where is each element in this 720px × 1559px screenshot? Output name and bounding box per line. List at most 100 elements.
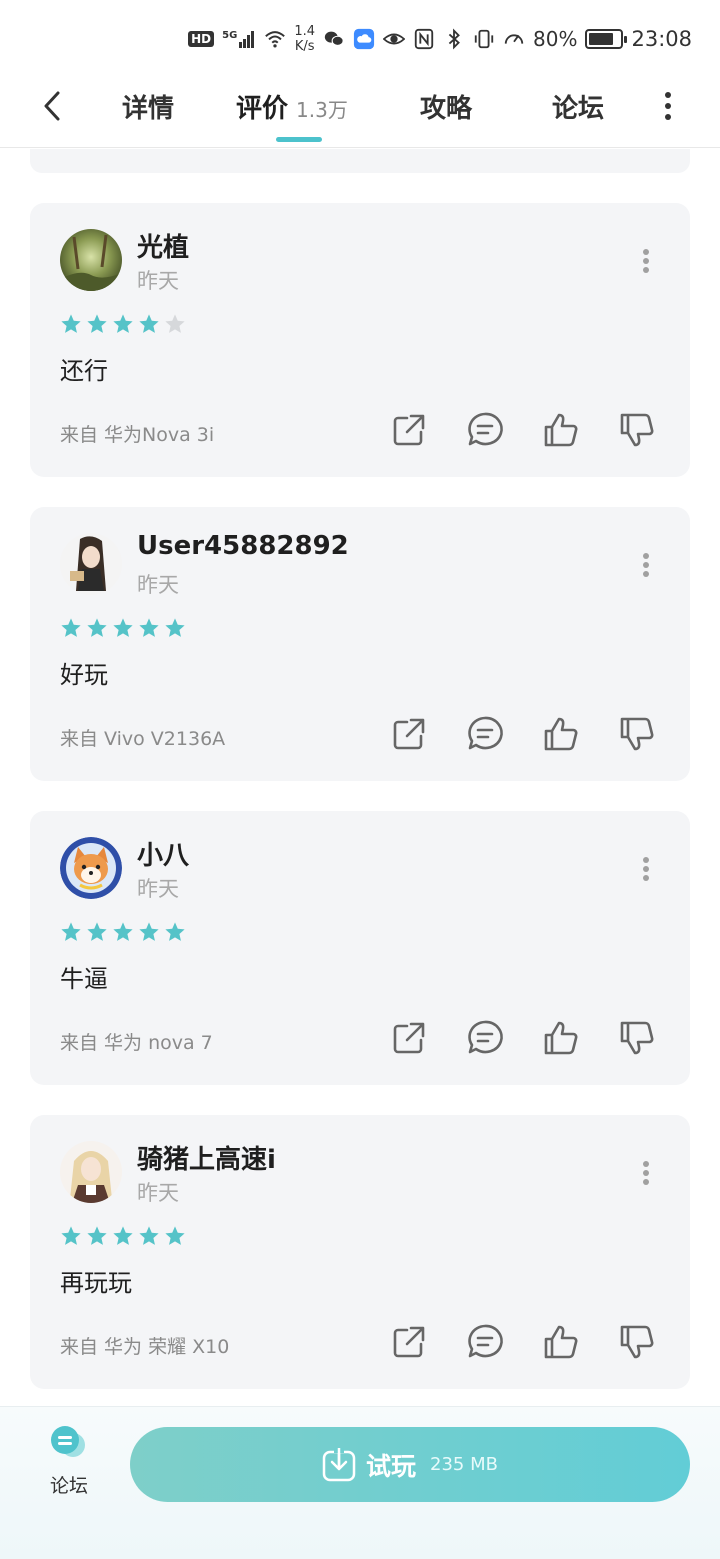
- dislike-icon[interactable]: [618, 715, 656, 753]
- previous-review-card: [30, 149, 690, 173]
- star-icon: [139, 618, 159, 637]
- like-icon[interactable]: [542, 411, 580, 449]
- review-more-icon[interactable]: [642, 553, 650, 577]
- star-icon: [165, 314, 185, 333]
- trial-play-label: 试玩: [366, 1451, 417, 1481]
- star-icon: [87, 618, 107, 637]
- star-icon: [165, 618, 185, 637]
- star-icon: [61, 1226, 81, 1245]
- comment-icon[interactable]: [466, 1323, 504, 1361]
- tab-guides[interactable]: 攻略: [420, 88, 472, 125]
- like-icon[interactable]: [542, 1019, 580, 1057]
- reviewer-name[interactable]: 骑猪上高速i: [137, 1139, 276, 1176]
- battery-percent: 80%: [533, 27, 578, 51]
- star-icon: [113, 922, 133, 941]
- review-card[interactable]: 小八 昨天 牛逼 来自 华为 nova 7: [30, 811, 690, 1085]
- review-text: 还行: [60, 357, 108, 385]
- forum-chat-icon: [51, 1426, 85, 1457]
- review-text: 再玩玩: [60, 1269, 132, 1297]
- reviewer-name[interactable]: 小八: [137, 835, 189, 872]
- comment-icon[interactable]: [466, 1019, 504, 1057]
- star-icon: [61, 618, 81, 637]
- signal-icon: 5G: [222, 30, 256, 48]
- like-icon[interactable]: [542, 1323, 580, 1361]
- blonde-girl-avatar[interactable]: [60, 1141, 122, 1203]
- bluetooth-icon: [448, 28, 460, 50]
- like-icon[interactable]: [542, 715, 580, 753]
- star-rating: [60, 1225, 186, 1247]
- review-card[interactable]: 光植 昨天 还行 来自 华为Nova 3i: [30, 203, 690, 477]
- review-time: 昨天: [137, 1181, 179, 1205]
- comment-icon[interactable]: [466, 411, 504, 449]
- star-icon: [113, 314, 133, 333]
- bottom-bar: 论坛 试玩 235 MB: [0, 1406, 720, 1559]
- star-icon: [165, 922, 185, 941]
- review-more-icon[interactable]: [642, 249, 650, 273]
- share-icon[interactable]: [390, 1323, 428, 1361]
- forum-shortcut-label: 论坛: [49, 1475, 88, 1497]
- review-actions: [390, 411, 656, 449]
- download-size: 235 MB: [430, 1454, 498, 1475]
- hd-badge: HD: [188, 31, 215, 47]
- review-time: 昨天: [137, 269, 179, 293]
- download-icon: [322, 1447, 356, 1481]
- star-icon: [139, 314, 159, 333]
- tab-forum[interactable]: 论坛: [552, 88, 604, 125]
- review-card[interactable]: User45882892 昨天 好玩 来自 Vivo V2136A: [30, 507, 690, 781]
- review-actions: [390, 1019, 656, 1057]
- back-icon[interactable]: [36, 88, 72, 124]
- more-menu-icon[interactable]: [662, 92, 674, 122]
- device-info: 来自 华为 荣耀 X10: [60, 1336, 230, 1358]
- star-icon: [87, 1226, 107, 1245]
- star-icon: [87, 314, 107, 333]
- shiba-dog-avatar[interactable]: [60, 837, 122, 899]
- device-info: 来自 华为Nova 3i: [60, 424, 215, 446]
- review-card[interactable]: 骑猪上高速i 昨天 再玩玩 来自 华为 荣耀 X10: [30, 1115, 690, 1389]
- dislike-icon[interactable]: [618, 1323, 656, 1361]
- star-icon: [139, 922, 159, 941]
- review-text: 好玩: [60, 661, 108, 689]
- review-text: 牛逼: [60, 965, 108, 993]
- active-tab-indicator: [276, 137, 322, 142]
- clock: 23:08: [631, 27, 692, 51]
- status-bar: HD 5G 1.4 K/s 80% 23:08: [0, 0, 720, 80]
- reviewer-name[interactable]: User45882892: [137, 531, 349, 561]
- speedometer-icon: [504, 34, 524, 44]
- star-icon: [113, 1226, 133, 1245]
- dislike-icon[interactable]: [618, 1019, 656, 1057]
- star-rating: [60, 921, 186, 943]
- battery-icon: [585, 29, 628, 49]
- star-icon: [165, 1226, 185, 1245]
- eye-icon: [383, 33, 406, 45]
- tab-reviews[interactable]: 评价 1.3万: [236, 88, 348, 125]
- cloud-app-icon: [353, 28, 375, 50]
- vibrate-icon: [474, 29, 494, 49]
- reviewer-name[interactable]: 光植: [137, 227, 189, 264]
- forest-avatar[interactable]: [60, 229, 122, 291]
- star-icon: [113, 618, 133, 637]
- device-info: 来自 华为 nova 7: [60, 1032, 213, 1054]
- review-actions: [390, 715, 656, 753]
- top-nav: 详情 评价 1.3万 攻略 论坛: [0, 80, 720, 148]
- wifi-icon: [265, 31, 286, 48]
- star-icon: [139, 1226, 159, 1245]
- star-rating: [60, 313, 186, 335]
- tab-details[interactable]: 详情: [122, 88, 174, 125]
- review-feed[interactable]: 光植 昨天 还行 来自 华为Nova 3i User45882892 昨天 好玩…: [0, 149, 720, 1406]
- review-more-icon[interactable]: [642, 1161, 650, 1185]
- share-icon[interactable]: [390, 715, 428, 753]
- forum-shortcut[interactable]: 论坛: [40, 1425, 98, 1498]
- comment-icon[interactable]: [466, 715, 504, 753]
- dislike-icon[interactable]: [618, 411, 656, 449]
- star-icon: [61, 314, 81, 333]
- trial-play-button[interactable]: 试玩 235 MB: [130, 1427, 690, 1502]
- review-more-icon[interactable]: [642, 857, 650, 881]
- anime-girl-avatar[interactable]: [60, 533, 122, 595]
- share-icon[interactable]: [390, 1019, 428, 1057]
- review-actions: [390, 1323, 656, 1361]
- share-icon[interactable]: [390, 411, 428, 449]
- star-rating: [60, 617, 186, 639]
- star-icon: [87, 922, 107, 941]
- review-time: 昨天: [137, 877, 179, 901]
- star-icon: [61, 922, 81, 941]
